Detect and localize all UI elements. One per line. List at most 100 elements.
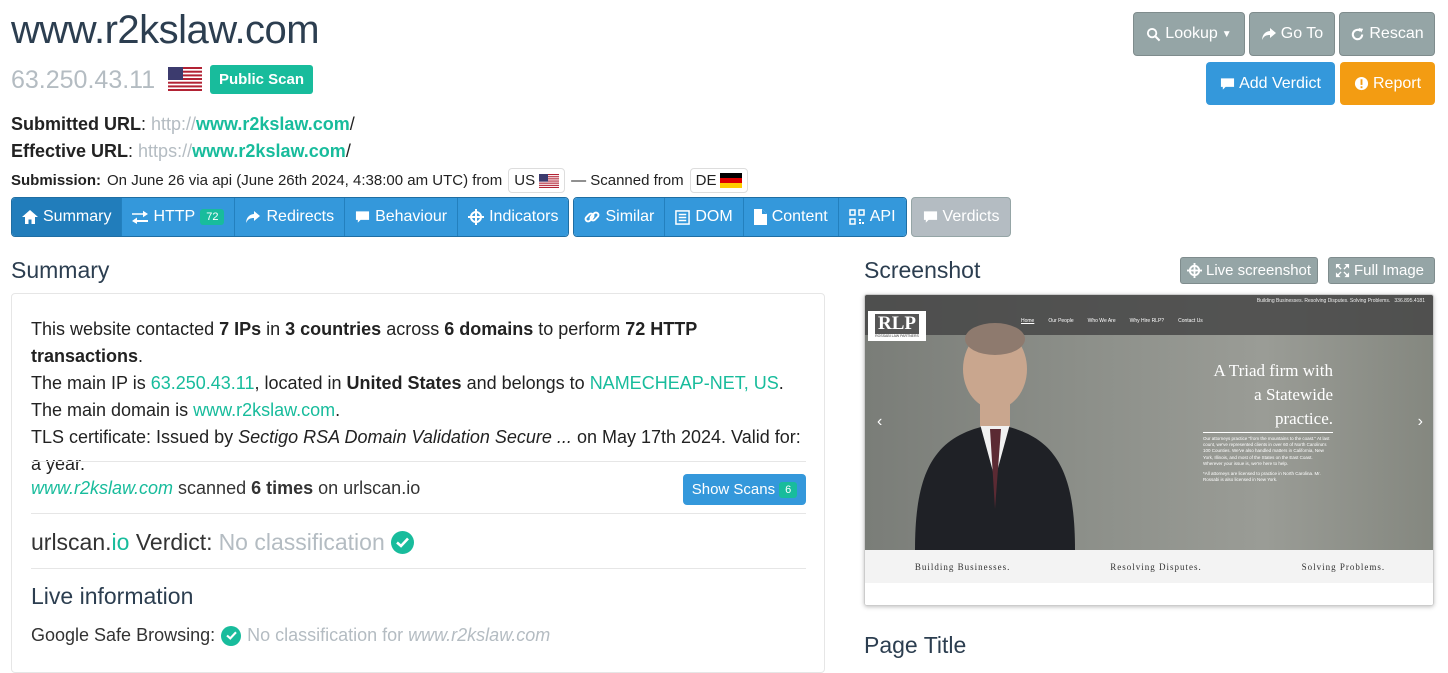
main-domain-link[interactable]: www.r2kslaw.com — [193, 400, 335, 420]
tab-api[interactable]: API — [838, 198, 906, 236]
gsb-domain: www.r2kslaw.com — [408, 625, 551, 645]
us-flag-icon — [168, 67, 202, 91]
tab-dom[interactable]: DOM — [665, 198, 744, 236]
verdict-value: No classification — [218, 529, 385, 555]
main-ip-country: United States — [346, 373, 462, 393]
asn-link[interactable]: NAMECHEAP-NET, US — [590, 373, 779, 393]
gsb-value-text: No classification for — [247, 625, 409, 645]
tab-redirects-label: Redirects — [266, 208, 335, 225]
country-count: 3 countries — [285, 319, 382, 339]
tab-behaviour[interactable]: Behaviour — [345, 198, 459, 236]
home-icon — [22, 210, 38, 224]
effective-url-host[interactable]: www.r2kslaw.com — [192, 141, 346, 161]
tab-api-label: API — [869, 208, 896, 225]
full-image-button[interactable]: Full Image — [1328, 257, 1435, 284]
main-ip-link[interactable]: 63.250.43.11 — [151, 373, 255, 393]
effective-url-row: Effective URL: https://www.r2kslaw.com/ — [11, 141, 351, 161]
tab-verdicts[interactable]: Verdicts — [910, 197, 1012, 237]
submitted-from-country[interactable]: US — [508, 168, 566, 193]
comment-icon — [1221, 77, 1235, 90]
goto-button[interactable]: Go To — [1249, 12, 1335, 56]
divider — [31, 513, 806, 514]
tab-http-label: HTTP — [153, 208, 196, 225]
site-value-band: Building Businesses. Resolving Disputes.… — [865, 550, 1433, 583]
caret-down-icon: ▼ — [1221, 28, 1232, 40]
report-button[interactable]: Report — [1340, 62, 1435, 105]
tls-issuer: Sectigo RSA Domain Validation Secure ... — [238, 427, 572, 447]
page-screenshot[interactable]: Building Businesses. Resolving Disputes.… — [864, 294, 1434, 606]
summary-text-part: The main IP is — [31, 373, 151, 393]
public-scan-badge: Public Scan — [210, 65, 314, 94]
ip-count: 7 IPs — [219, 319, 262, 339]
search-icon — [1147, 27, 1161, 41]
alert-icon — [1354, 76, 1369, 91]
divider — [31, 461, 806, 462]
hero-image: Building Businesses. Resolving Disputes.… — [865, 295, 1433, 550]
summary-text: This website contacted 7 IPs in 3 countr… — [31, 316, 811, 478]
check-circle-icon — [390, 531, 414, 554]
submitted-url-label: Submitted URL — [11, 114, 141, 134]
tab-summary-label: Summary — [43, 208, 112, 225]
http-count-badge: 72 — [200, 209, 225, 225]
tab-similar[interactable]: Similar — [574, 198, 666, 236]
scanned-from-country[interactable]: DE — [689, 168, 749, 193]
scanned-domain-link[interactable]: www.r2kslaw.com — [31, 478, 173, 498]
us-flag-icon — [539, 173, 560, 188]
tab-indicators[interactable]: Indicators — [458, 198, 569, 236]
verdict-label: urlscan.io Verdict: — [31, 529, 213, 556]
live-screenshot-label: Live screenshot — [1206, 262, 1312, 279]
tab-redirects[interactable]: Redirects — [235, 198, 346, 236]
summary-text-part: . — [335, 400, 341, 420]
hero-headline: A Triad firm with a Statewide practice. — [1213, 361, 1334, 428]
qrcode-icon — [849, 209, 865, 225]
tab-group-secondary: Similar DOM Content API — [573, 197, 907, 237]
submission-text: On June 26 via api (June 26th 2024, 4:38… — [107, 172, 503, 189]
submitted-url-host[interactable]: www.r2kslaw.com — [196, 114, 350, 134]
page-title: www.r2kslaw.com — [11, 8, 320, 52]
add-verdict-button[interactable]: Add Verdict — [1206, 62, 1335, 105]
site-tagline: Building Businesses. Resolving Disputes.… — [1256, 298, 1425, 304]
summary-text-part: and belongs to — [461, 373, 590, 393]
file-icon — [753, 209, 767, 225]
portrait-image — [915, 323, 1075, 550]
tab-content[interactable]: Content — [743, 198, 839, 236]
rescan-button[interactable]: Rescan — [1339, 12, 1435, 56]
full-image-label: Full Image — [1354, 262, 1425, 279]
lookup-label: Lookup — [1165, 25, 1218, 42]
lookup-button[interactable]: Lookup ▼ — [1133, 12, 1245, 56]
submission-label: Submission: — [11, 172, 102, 189]
goto-label: Go To — [1280, 25, 1324, 42]
google-safe-browsing-row: Google Safe Browsing: No classification … — [31, 625, 550, 646]
share-arrow-icon — [1261, 28, 1276, 40]
crosshair-icon — [468, 209, 485, 225]
summary-text-part: to perform — [533, 319, 626, 339]
scan-times: 6 times — [251, 478, 314, 498]
show-scans-label: Show Scans — [691, 481, 776, 498]
expand-icon — [1335, 263, 1350, 278]
summary-text-part: . — [138, 346, 144, 366]
summary-panel: This website contacted 7 IPs in 3 countr… — [11, 293, 825, 673]
summary-text-part: TLS certificate: Issued by — [31, 427, 239, 447]
scanned-from-cc: DE — [695, 172, 717, 189]
rescan-label: Rescan — [1369, 25, 1424, 42]
submitted-url-row: Submitted URL: http://www.r2kslaw.com/ — [11, 114, 355, 134]
verdict-label-text: Verdict: — [129, 529, 213, 555]
effective-url-scheme: https:// — [138, 141, 193, 161]
summary-text-part: across — [381, 319, 445, 339]
urlscan-verdict-row: urlscan.io Verdict: No classification — [31, 529, 414, 556]
tab-summary[interactable]: Summary — [12, 198, 123, 236]
summary-text-part: . — [778, 373, 784, 393]
tab-dom-label: DOM — [695, 208, 733, 225]
refresh-icon — [1352, 27, 1364, 40]
live-information-heading: Live information — [31, 583, 194, 609]
domain-count: 6 domains — [444, 319, 534, 339]
tab-indicators-label: Indicators — [489, 208, 559, 225]
gsb-label: Google Safe Browsing: — [31, 625, 216, 645]
tab-content-label: Content — [771, 208, 828, 225]
show-scans-button[interactable]: Show Scans 6 — [683, 474, 806, 505]
show-scans-count: 6 — [779, 481, 798, 498]
summary-text-part: The main domain is — [31, 400, 194, 420]
list-icon — [675, 209, 691, 225]
live-screenshot-button[interactable]: Live screenshot — [1180, 257, 1319, 284]
tab-http[interactable]: HTTP 72 — [122, 198, 236, 236]
